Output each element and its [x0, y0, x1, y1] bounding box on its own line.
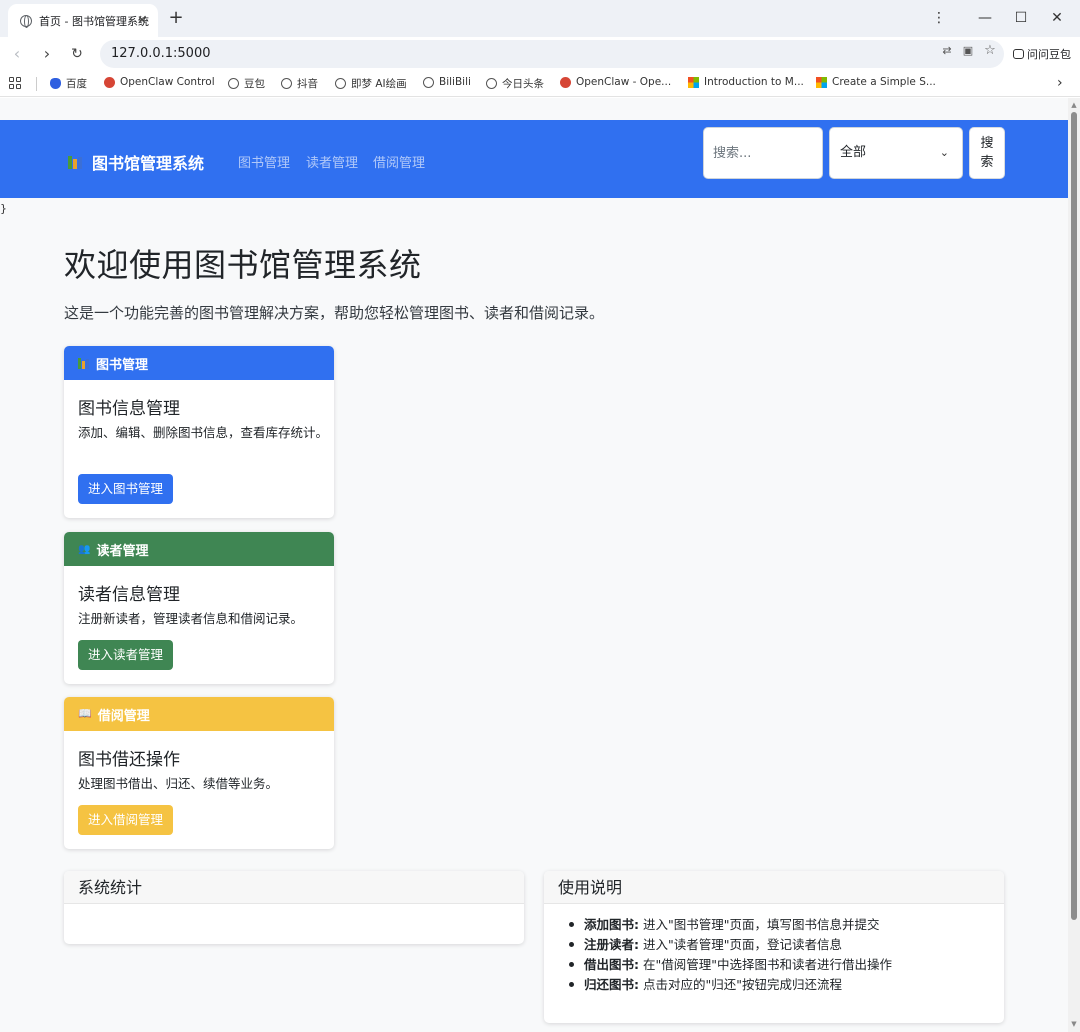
nav-link-books[interactable]: 图书管理 — [238, 152, 290, 171]
microsoft-icon — [816, 76, 827, 88]
page-title: 欢迎使用图书馆管理系统 — [64, 246, 422, 284]
globe-icon — [423, 76, 434, 88]
enter-borrow-management-button[interactable]: 进入借阅管理 — [78, 805, 174, 835]
system-stats-panel: 系统统计 — [64, 871, 524, 944]
forward-icon[interactable]: › — [36, 43, 58, 65]
category-selected-value: 全部 — [840, 145, 867, 160]
openclaw-icon — [560, 76, 571, 88]
baidu-paw-icon — [50, 78, 61, 89]
close-icon[interactable]: ✕ — [135, 13, 149, 27]
page-lead: 这是一个功能完善的图书管理解决方案，帮助您轻松管理图书、读者和借阅记录。 — [64, 304, 605, 322]
card-header: 👥 读者管理 — [64, 532, 334, 566]
people-icon: 👥 — [78, 543, 91, 555]
panel-title: 使用说明 — [544, 871, 1004, 904]
browser-tabstrip: 首页 - 图书馆管理系统 ✕ + ⋮ — ☐ ✕ — [0, 0, 1080, 37]
card-title: 读者信息管理 — [78, 585, 180, 605]
card-header-label: 借阅管理 — [97, 708, 150, 724]
usage-instructions-panel: 使用说明 添加图书: 进入"图书管理"页面，填写图书信息并提交 注册读者: 进入… — [544, 871, 1004, 1023]
category-select[interactable]: 全部 ⌄ — [829, 127, 963, 179]
stray-text: } — [0, 202, 7, 215]
enter-reader-management-button[interactable]: 进入读者管理 — [78, 640, 174, 670]
bookmarks-separator — [36, 77, 37, 91]
bookmark-douyin[interactable]: 抖音 — [281, 76, 318, 91]
star-icon[interactable]: ☆ — [983, 44, 997, 58]
search-input[interactable] — [703, 127, 823, 179]
bookmark-openclaw-ope[interactable]: OpenClaw - Ope... — [560, 76, 671, 88]
bookmark-baidu[interactable]: 百度 — [50, 76, 87, 91]
open-book-icon: 📖 — [78, 706, 92, 720]
list-item: 归还图书: 点击对应的"归还"按钮完成归还流程 — [569, 975, 892, 995]
globe-icon — [281, 78, 292, 89]
bookmark-create-simple[interactable]: Create a Simple S... — [816, 76, 936, 88]
navbar-brand[interactable]: 图书馆管理系统 — [68, 150, 204, 174]
bookmark-introduction[interactable]: Introduction to M... — [688, 76, 804, 88]
card-header-label: 读者管理 — [96, 543, 149, 559]
microsoft-icon — [688, 76, 699, 88]
reload-icon[interactable]: ↻ — [66, 43, 88, 65]
globe-icon — [20, 14, 32, 28]
chevron-down-icon: ⌄ — [939, 146, 949, 159]
usage-list: 添加图书: 进入"图书管理"页面，填写图书信息并提交 注册读者: 进入"读者管理… — [569, 915, 892, 995]
scroll-up-icon[interactable]: ▲ — [1070, 101, 1078, 109]
scrollbar[interactable]: ▲ ▼ — [1068, 98, 1080, 1032]
ask-label: 问问豆包 — [1027, 48, 1071, 61]
ask-doubao-button[interactable]: 问问豆包 — [1013, 46, 1071, 62]
card-book-management: 图书管理 图书信息管理 添加、编辑、删除图书信息，查看库存统计。 进入图书管理 — [64, 346, 334, 518]
browser-tab[interactable]: 首页 - 图书馆管理系统 ✕ — [8, 4, 158, 37]
search-button[interactable]: 搜索 — [969, 127, 1005, 179]
back-icon[interactable]: ‹ — [6, 43, 28, 65]
bookmark-toutiao[interactable]: 今日头条 — [486, 76, 544, 91]
apps-icon[interactable] — [9, 77, 21, 89]
page-viewport: 图书馆管理系统 图书管理 读者管理 借阅管理 全部 ⌄ 搜索 } 欢迎使用图书馆… — [0, 98, 1080, 1032]
card-text: 添加、编辑、删除图书信息，查看库存统计。 — [78, 425, 329, 440]
bookmarks-bar: 百度 OpenClaw Control 豆包 抖音 即梦 AI绘画 BiliBi… — [0, 71, 1080, 97]
card-header: 图书管理 — [64, 346, 334, 380]
page-info-icon[interactable]: ▣ — [961, 44, 975, 58]
list-item: 借出图书: 在"借阅管理"中选择图书和读者进行借出操作 — [569, 955, 892, 975]
panel-title: 系统统计 — [64, 871, 524, 904]
address-bar[interactable]: 127.0.0.1:5000 — [100, 40, 1004, 68]
list-item: 注册读者: 进入"读者管理"页面，登记读者信息 — [569, 935, 892, 955]
nav-link-readers[interactable]: 读者管理 — [306, 152, 358, 171]
search-button-label: 搜索 — [980, 136, 994, 170]
card-text: 处理图书借出、归还、续借等业务。 — [78, 776, 279, 791]
books-icon — [68, 155, 83, 169]
card-borrow-management: 📖 借阅管理 图书借还操作 处理图书借出、归还、续借等业务。 进入借阅管理 — [64, 697, 334, 849]
card-text: 注册新读者，管理读者信息和借阅记录。 — [78, 611, 304, 626]
card-title: 图书借还操作 — [78, 750, 180, 770]
card-title: 图书信息管理 — [78, 399, 180, 419]
chat-bubble-icon — [1013, 49, 1024, 59]
url-text: 127.0.0.1:5000 — [111, 46, 211, 61]
list-item: 添加图书: 进入"图书管理"页面，填写图书信息并提交 — [569, 915, 892, 935]
nav-link-borrowing[interactable]: 借阅管理 — [373, 152, 425, 171]
minimize-button[interactable]: — — [975, 8, 995, 28]
globe-icon — [335, 78, 346, 89]
brand-label: 图书馆管理系统 — [92, 154, 205, 173]
globe-icon — [228, 78, 239, 89]
browser-toolbar: ‹ › ↻ 127.0.0.1:5000 ⇄ ▣ ☆ 问问豆包 — [0, 37, 1080, 71]
maximize-button[interactable]: ☐ — [1011, 8, 1031, 28]
chevron-right-icon[interactable]: › — [1057, 75, 1063, 91]
bookmark-openclaw-control[interactable]: OpenClaw Control — [104, 76, 215, 88]
bookmark-doubao[interactable]: 豆包 — [228, 76, 265, 91]
more-vert-icon[interactable]: ⋮ — [929, 8, 949, 28]
bookmark-jimeng[interactable]: 即梦 AI绘画 — [335, 76, 407, 91]
scrollbar-thumb[interactable] — [1071, 112, 1077, 920]
globe-icon — [486, 78, 497, 89]
bookmark-bilibili[interactable]: BiliBili — [423, 76, 471, 88]
scroll-down-icon[interactable]: ▼ — [1070, 1020, 1078, 1028]
tab-title: 首页 - 图书馆管理系统 — [39, 14, 149, 28]
card-reader-management: 👥 读者管理 读者信息管理 注册新读者，管理读者信息和借阅记录。 进入读者管理 — [64, 532, 334, 684]
card-header-label: 图书管理 — [96, 357, 149, 373]
window-close-button[interactable]: ✕ — [1047, 8, 1067, 28]
openclaw-icon — [104, 76, 115, 88]
books-icon — [78, 357, 90, 369]
enter-book-management-button[interactable]: 进入图书管理 — [78, 474, 174, 504]
translate-icon[interactable]: ⇄ — [940, 44, 954, 58]
card-header: 📖 借阅管理 — [64, 697, 334, 731]
new-tab-button[interactable]: + — [166, 8, 186, 28]
